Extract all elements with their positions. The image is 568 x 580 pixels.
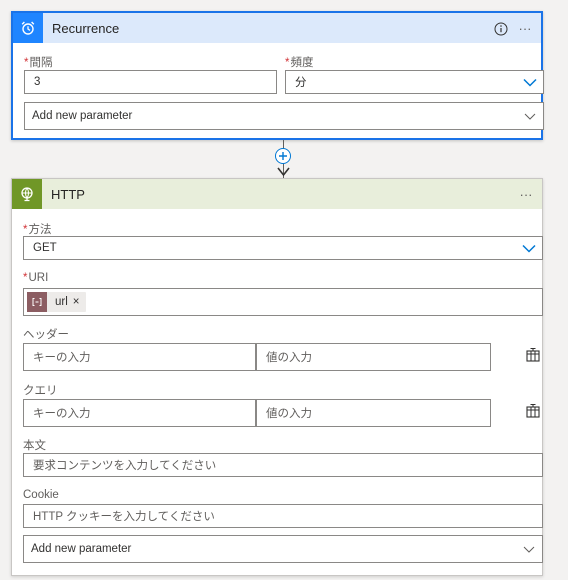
headers-key-placeholder: キーの入力 (33, 352, 91, 364)
interval-label: *間隔 (24, 54, 52, 70)
frequency-label: *頻度 (285, 54, 313, 70)
add-parameter-text: Add new parameter (32, 110, 133, 122)
query-key-input[interactable]: キーの入力 (23, 399, 256, 427)
variable-icon (27, 292, 47, 312)
frequency-label-text: 頻度 (290, 57, 314, 69)
uri-label: *URI (23, 272, 48, 284)
query-value-placeholder: 値の入力 (266, 408, 312, 420)
plus-circle-icon[interactable] (275, 148, 291, 164)
query-key-placeholder: キーの入力 (33, 408, 91, 420)
headers-value-input[interactable]: 値の入力 (256, 343, 491, 371)
chevron-down-icon (524, 113, 536, 120)
frequency-value: 分 (295, 77, 307, 89)
interval-label-text: 間隔 (29, 57, 53, 69)
headers-value-placeholder: 値の入力 (266, 352, 312, 364)
http-header[interactable]: HTTP ··· (12, 179, 542, 209)
interval-value: 3 (34, 76, 41, 88)
body-label: 本文 (23, 440, 46, 452)
url-token[interactable]: url × (27, 292, 86, 312)
switch-to-text-mode-icon[interactable] (524, 346, 542, 364)
http-card[interactable]: HTTP ··· *方法 GET *URI url × ヘッダー キーの入力 値… (11, 178, 543, 576)
method-dropdown[interactable]: GET (23, 236, 543, 260)
add-parameter-text: Add new parameter (31, 543, 132, 555)
recurrence-header[interactable]: Recurrence ··· (13, 13, 541, 43)
frequency-dropdown[interactable]: 分 (285, 70, 544, 94)
add-parameter-dropdown[interactable]: Add new parameter (24, 102, 544, 130)
cookie-input[interactable]: HTTP クッキーを入力してください (23, 504, 543, 528)
required-mark: * (23, 224, 28, 236)
chevron-down-icon (522, 244, 536, 253)
switch-to-text-mode-icon[interactable] (524, 402, 542, 420)
uri-input[interactable]: url × (23, 288, 543, 316)
method-label-text: 方法 (28, 224, 52, 236)
required-mark: * (23, 272, 28, 284)
chevron-down-icon (523, 546, 535, 553)
interval-input[interactable]: 3 (24, 70, 277, 94)
more-options-button[interactable]: ··· (514, 187, 538, 202)
remove-token-button[interactable]: × (73, 296, 86, 308)
cookie-label: Cookie (23, 489, 59, 501)
body-placeholder: 要求コンテンツを入力してください (33, 460, 217, 472)
required-mark: * (285, 57, 290, 69)
url-token-label: url (55, 296, 68, 308)
recurrence-title: Recurrence (52, 20, 120, 36)
method-value: GET (33, 242, 57, 254)
headers-label: ヘッダー (23, 329, 69, 341)
cookie-placeholder: HTTP クッキーを入力してください (33, 511, 215, 523)
query-label: クエリ (23, 385, 58, 397)
http-title: HTTP (51, 186, 85, 202)
alarm-clock-icon (13, 13, 43, 43)
chevron-down-icon (523, 78, 537, 87)
uri-label-text: URI (28, 272, 49, 284)
recurrence-card[interactable]: Recurrence ··· *間隔 3 *頻度 分 Add new param… (11, 11, 544, 140)
info-icon[interactable] (489, 20, 513, 36)
body-input[interactable]: 要求コンテンツを入力してください (23, 453, 543, 477)
arrow-down-icon (277, 167, 290, 177)
query-value-input[interactable]: 値の入力 (256, 399, 491, 427)
method-label: *方法 (23, 221, 51, 237)
globe-icon (12, 179, 42, 209)
more-options-button[interactable]: ··· (513, 21, 537, 36)
add-parameter-dropdown[interactable]: Add new parameter (23, 535, 543, 563)
required-mark: * (24, 57, 29, 69)
headers-key-input[interactable]: キーの入力 (23, 343, 256, 371)
